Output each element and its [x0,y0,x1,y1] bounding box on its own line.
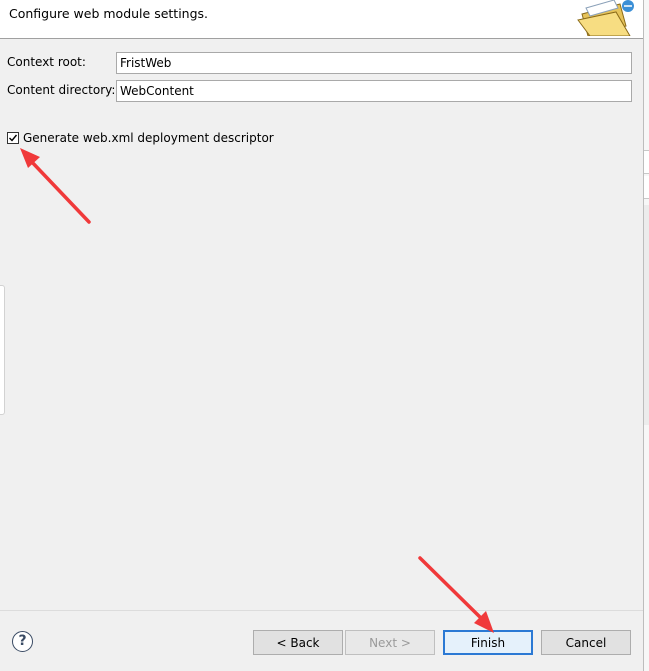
content-directory-input[interactable] [116,80,632,102]
background-window-edge [643,0,649,671]
context-root-label: Context root: [7,55,86,69]
page-description: Configure web module settings. [9,6,209,21]
annotation-arrow-checkbox [20,148,91,224]
generate-descriptor-checkbox[interactable] [7,132,19,144]
help-icon[interactable]: ? [12,631,33,652]
content-directory-label: Content directory: [7,83,116,97]
background-panel-edge [0,285,5,415]
context-root-input[interactable] [116,52,632,74]
folder-icon [577,0,634,36]
checkmark-icon [9,134,18,142]
generate-descriptor-label: Generate web.xml deployment descriptor [23,131,274,145]
next-button[interactable]: Next > [345,630,435,655]
finish-button[interactable]: Finish [443,630,533,655]
wizard-header: Configure web module settings. [0,0,643,39]
generate-descriptor-option[interactable]: Generate web.xml deployment descriptor [7,130,274,146]
footer-separator [0,610,643,611]
back-button[interactable]: < Back [253,630,343,655]
annotation-arrow-finish [418,556,494,633]
cancel-button[interactable]: Cancel [541,630,631,655]
